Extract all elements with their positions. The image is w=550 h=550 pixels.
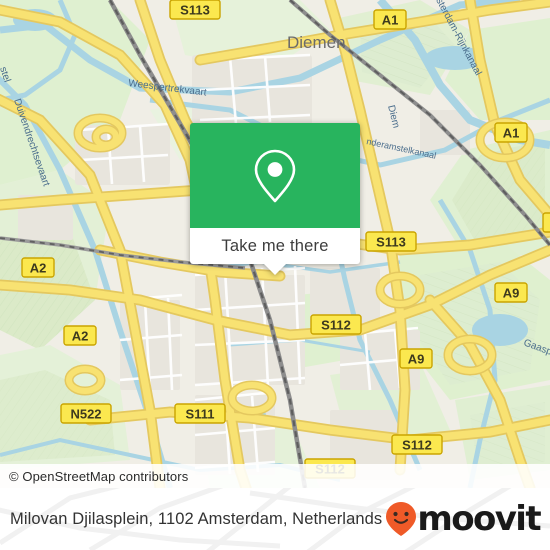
location-title: Milovan Djilasplein, 1102 Amsterdam, Net… [10, 509, 383, 528]
road-shield: S112 [391, 434, 443, 455]
svg-text:N522: N522 [70, 407, 101, 422]
take-me-there-callout[interactable]: Take me there [190, 123, 360, 275]
svg-text:S113: S113 [376, 235, 406, 250]
callout-tail [263, 263, 287, 275]
map-pin-icon [254, 149, 296, 202]
svg-text:S111: S111 [186, 407, 215, 422]
road-shield: S111 [174, 403, 226, 424]
svg-text:A9: A9 [408, 352, 425, 367]
svg-text:A2: A2 [30, 261, 47, 276]
road-shield: A9 [494, 282, 528, 303]
svg-text:A1: A1 [503, 126, 520, 141]
road-shield: S113 [169, 0, 221, 20]
footer-bar: Milovan Djilasplein, 1102 Amsterdam, Net… [0, 488, 550, 550]
moovit-wordmark: moovit [417, 499, 541, 539]
take-me-there-button[interactable]: Take me there [190, 228, 360, 275]
svg-text:S112: S112 [321, 318, 351, 333]
moovit-smiley-pin-icon [386, 502, 417, 536]
road-shield: N522 [60, 403, 112, 424]
road-shield: S113 [365, 231, 417, 252]
svg-text:A2: A2 [72, 329, 89, 344]
road-shield: A9 [542, 212, 550, 233]
road-shield: A1 [373, 9, 407, 30]
road-shield: A2 [63, 325, 97, 346]
svg-text:A1: A1 [382, 13, 399, 28]
svg-text:S113: S113 [180, 3, 210, 18]
screenshot-root: Diemen Weespertrekvaart Duivendrechtsevaar… [0, 0, 550, 550]
svg-text:S112: S112 [402, 438, 432, 453]
map-attribution-bar: © OpenStreetMap contributors [0, 464, 550, 488]
road-shield: S112 [310, 314, 362, 335]
attribution-text: © OpenStreetMap contributors [9, 468, 189, 484]
take-me-there-label: Take me there [221, 236, 329, 255]
moovit-logo[interactable]: moovit [384, 501, 550, 537]
svg-text:A9: A9 [503, 286, 520, 301]
road-shield: A9 [399, 348, 433, 369]
road-shield: A1 [494, 122, 528, 143]
map-label: Diemen [287, 33, 346, 52]
road-shield: A2 [21, 257, 55, 278]
callout-pin-panel [190, 123, 360, 228]
